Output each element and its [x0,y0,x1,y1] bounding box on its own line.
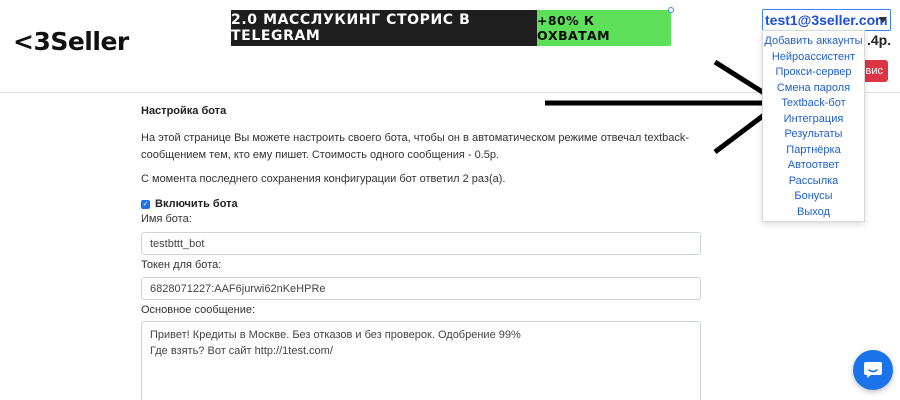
user-account-select[interactable]: test1@3seller.com [762,9,891,31]
bot-name-input[interactable]: testbttt_bot [141,232,701,255]
bot-name-value: testbttt_bot [150,237,205,250]
logo[interactable]: <3Seller [13,27,129,56]
main-message-label: Основное сообщение: [141,304,256,316]
chat-bubble-icon [864,362,882,378]
bot-token-label: Токен для бота: [141,259,222,271]
menu-item-neuroassistant[interactable]: Нейроассистент [763,50,864,66]
enable-bot-row[interactable]: ✓ Включить бота [141,198,238,210]
menu-item-integration[interactable]: Интеграция [763,112,864,128]
bot-name-label: Имя бота: [141,213,192,225]
bot-token-input[interactable]: 6828071227:AAF6jurwi62nKeHPRe [141,277,701,300]
checkmark-icon: ✓ [142,200,149,208]
enable-bot-label: Включить бота [155,198,238,210]
menu-item-add-accounts[interactable]: Добавить аккаунты [763,34,864,50]
arrow-right-icon [545,59,785,154]
menu-item-bonuses[interactable]: Бонусы [763,189,864,205]
menu-item-autoreply[interactable]: Автоответ [763,158,864,174]
menu-item-textback-bot[interactable]: Textback-бот [763,96,864,112]
menu-item-change-password[interactable]: Смена пароля [763,81,864,97]
balance-text: .4р. [867,32,892,48]
main-message-textarea[interactable]: Привет! Кредиты в Москве. Без отказов и … [141,321,701,400]
bot-stats-text: С момента последнего сохранения конфигур… [141,173,506,185]
menu-item-logout[interactable]: Выход [763,205,864,221]
resize-handle-icon [668,7,674,13]
user-account-value: test1@3seller.com [765,12,888,28]
menu-item-mailing[interactable]: Рассылка [763,174,864,190]
promo-banner[interactable]: 2.0 МАССЛУКИНГ СТОРИС В TELEGRAM +80% К … [231,7,674,46]
menu-item-partnership[interactable]: Партнёрка [763,143,864,159]
chat-widget-button[interactable] [853,350,893,390]
banner-accent-text: +80% К ОХВАТАМ [537,10,671,46]
menu-item-results[interactable]: Результаты [763,127,864,143]
banner-main-text: 2.0 МАССЛУКИНГ СТОРИС В TELEGRAM [231,10,537,46]
caret-down-icon [879,17,887,23]
menu-item-proxy-server[interactable]: Прокси-сервер [763,65,864,81]
enable-bot-checkbox[interactable]: ✓ [141,199,150,209]
bot-token-value: 6828071227:AAF6jurwi62nKeHPRe [150,282,326,295]
account-dropdown-menu: Добавить аккаунты Нейроассистент Прокси-… [762,30,865,222]
